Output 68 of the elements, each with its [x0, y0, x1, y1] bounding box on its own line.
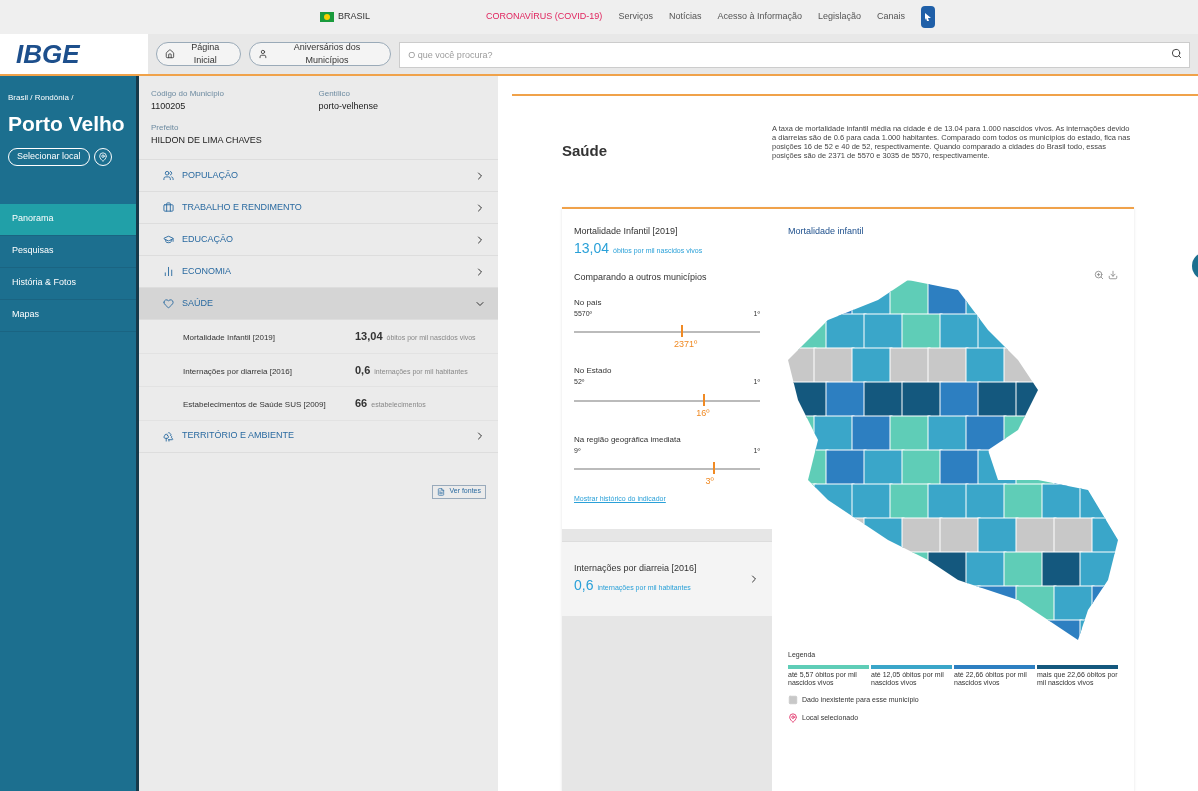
- category-row[interactable]: POPULAÇÃO: [138, 160, 498, 192]
- category-icon: [162, 430, 174, 442]
- indicator-name[interactable]: Internações por diarreia [2016]: [182, 361, 355, 378]
- category-label: EDUCAÇÃO: [181, 232, 234, 246]
- field-label: Código do Município: [150, 88, 225, 100]
- category-label: TRABALHO E RENDIMENTO: [181, 200, 303, 214]
- category-label: SAÚDE: [181, 296, 214, 310]
- sidebar-item[interactable]: Pesquisas: [0, 235, 136, 268]
- map-pin-icon: [788, 713, 798, 724]
- compare-label: Comparando a outros municípios: [574, 271, 708, 284]
- top-link[interactable]: Canais: [877, 10, 905, 24]
- sidebar-item[interactable]: Panorama: [0, 203, 136, 236]
- country-label: BRASIL: [338, 10, 370, 24]
- ranking-position: 16º: [696, 406, 710, 420]
- top-link[interactable]: CORONAVÍRUS (COVID-19): [486, 10, 603, 24]
- top-link[interactable]: Legislação: [817, 10, 861, 24]
- category-row[interactable]: TERRITÓRIO E AMBIENTE: [138, 420, 498, 453]
- cursor-icon[interactable]: [921, 6, 935, 28]
- city-name: Porto Velho: [7, 111, 126, 137]
- indicator-title: Internações por diarreia [2016]: [574, 561, 698, 575]
- category-row[interactable]: EDUCAÇÃO: [138, 224, 498, 256]
- indicator-title: Mortalidade Infantil [2019]: [574, 224, 679, 238]
- indicator-value: 13,04: [355, 329, 383, 344]
- field-value: 1100205: [150, 100, 187, 113]
- category-row[interactable]: TRABALHO E RENDIMENTO: [138, 192, 498, 224]
- top-link[interactable]: Acesso à Informação: [717, 10, 802, 24]
- field-value: HILDON DE LIMA CHAVES: [150, 133, 263, 147]
- section-title: Saúde: [562, 141, 608, 161]
- logo[interactable]: IBGE: [16, 34, 80, 74]
- person-icon: [257, 49, 268, 59]
- category-icon: [162, 266, 174, 277]
- indicator-name[interactable]: Estabelecimentos de Saúde SUS [2009]: [182, 395, 355, 411]
- ranking-label: Na região geográfica imediata: [574, 433, 682, 446]
- category-icon: [162, 234, 174, 245]
- category-label: ECONOMIA: [181, 264, 232, 278]
- top-link[interactable]: Serviços: [618, 10, 653, 24]
- sidebar-item[interactable]: História & Fotos: [0, 267, 136, 300]
- indicator-value: 66: [355, 396, 368, 411]
- indicator-value: 0,6: [574, 576, 594, 595]
- header-button[interactable]: Página Inicial: [156, 42, 241, 66]
- category-row[interactable]: SAÚDE: [138, 288, 498, 320]
- indicator-value: 0,6: [355, 362, 371, 378]
- field-label: Gentílico: [318, 88, 352, 100]
- ranking-label: No país: [574, 296, 603, 309]
- ranking-label: No Estado: [574, 365, 613, 377]
- home-icon: [165, 49, 175, 59]
- sidebar-item[interactable]: Mapas: [0, 299, 136, 332]
- field-label: Prefeito: [150, 121, 180, 134]
- zoom-icon[interactable]: [1094, 270, 1104, 280]
- category-icon: [162, 170, 174, 181]
- header-button[interactable]: Aniversários dos Municípios: [248, 42, 392, 66]
- top-link[interactable]: Notícias: [668, 10, 702, 24]
- category-label: TERRITÓRIO E AMBIENTE: [181, 429, 295, 443]
- flag-icon: [320, 12, 334, 22]
- category-icon: [162, 298, 174, 309]
- document-icon: [437, 487, 446, 496]
- search-icon[interactable]: [1171, 48, 1182, 59]
- no-data-swatch-icon: [788, 694, 798, 705]
- breadcrumb[interactable]: Brasil / Rondônia /: [0, 92, 136, 104]
- category-icon: [162, 202, 174, 213]
- category-label: POPULAÇÃO: [181, 168, 239, 182]
- map-title: Mortalidade infantil: [788, 224, 865, 238]
- search-field[interactable]: O que você procura?: [399, 42, 1190, 68]
- ranking-position: 3º: [705, 475, 714, 488]
- indicator-value: 13,04: [574, 239, 610, 258]
- field-value: porto-velhense: [318, 100, 379, 113]
- ranking-position: 2371º: [673, 338, 698, 351]
- indicator-name[interactable]: Mortalidade Infantil [2019]: [182, 328, 355, 344]
